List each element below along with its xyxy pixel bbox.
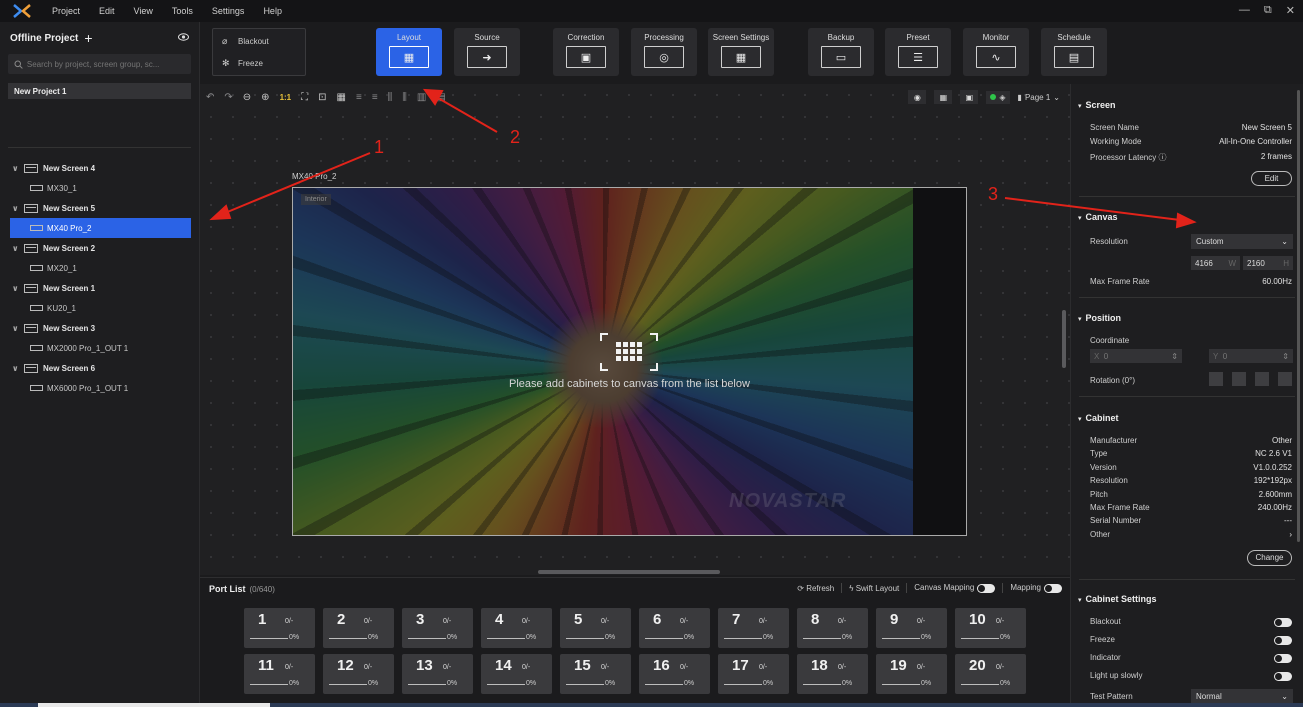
annotation-arrowhead-3	[1175, 212, 1197, 229]
annotation-label-2: 2	[510, 127, 521, 147]
annotation-overlay	[209, 88, 1197, 229]
annotation-arrow-1	[224, 152, 371, 214]
annotation-label-3: 3	[988, 184, 999, 204]
annotation-arrowhead-1	[209, 204, 232, 221]
annotation-arrow-2	[437, 97, 498, 133]
annotation-label-1: 1	[374, 137, 385, 157]
annotation-arrowhead-2	[422, 88, 444, 106]
annotation-arrow-3	[1004, 197, 1181, 221]
